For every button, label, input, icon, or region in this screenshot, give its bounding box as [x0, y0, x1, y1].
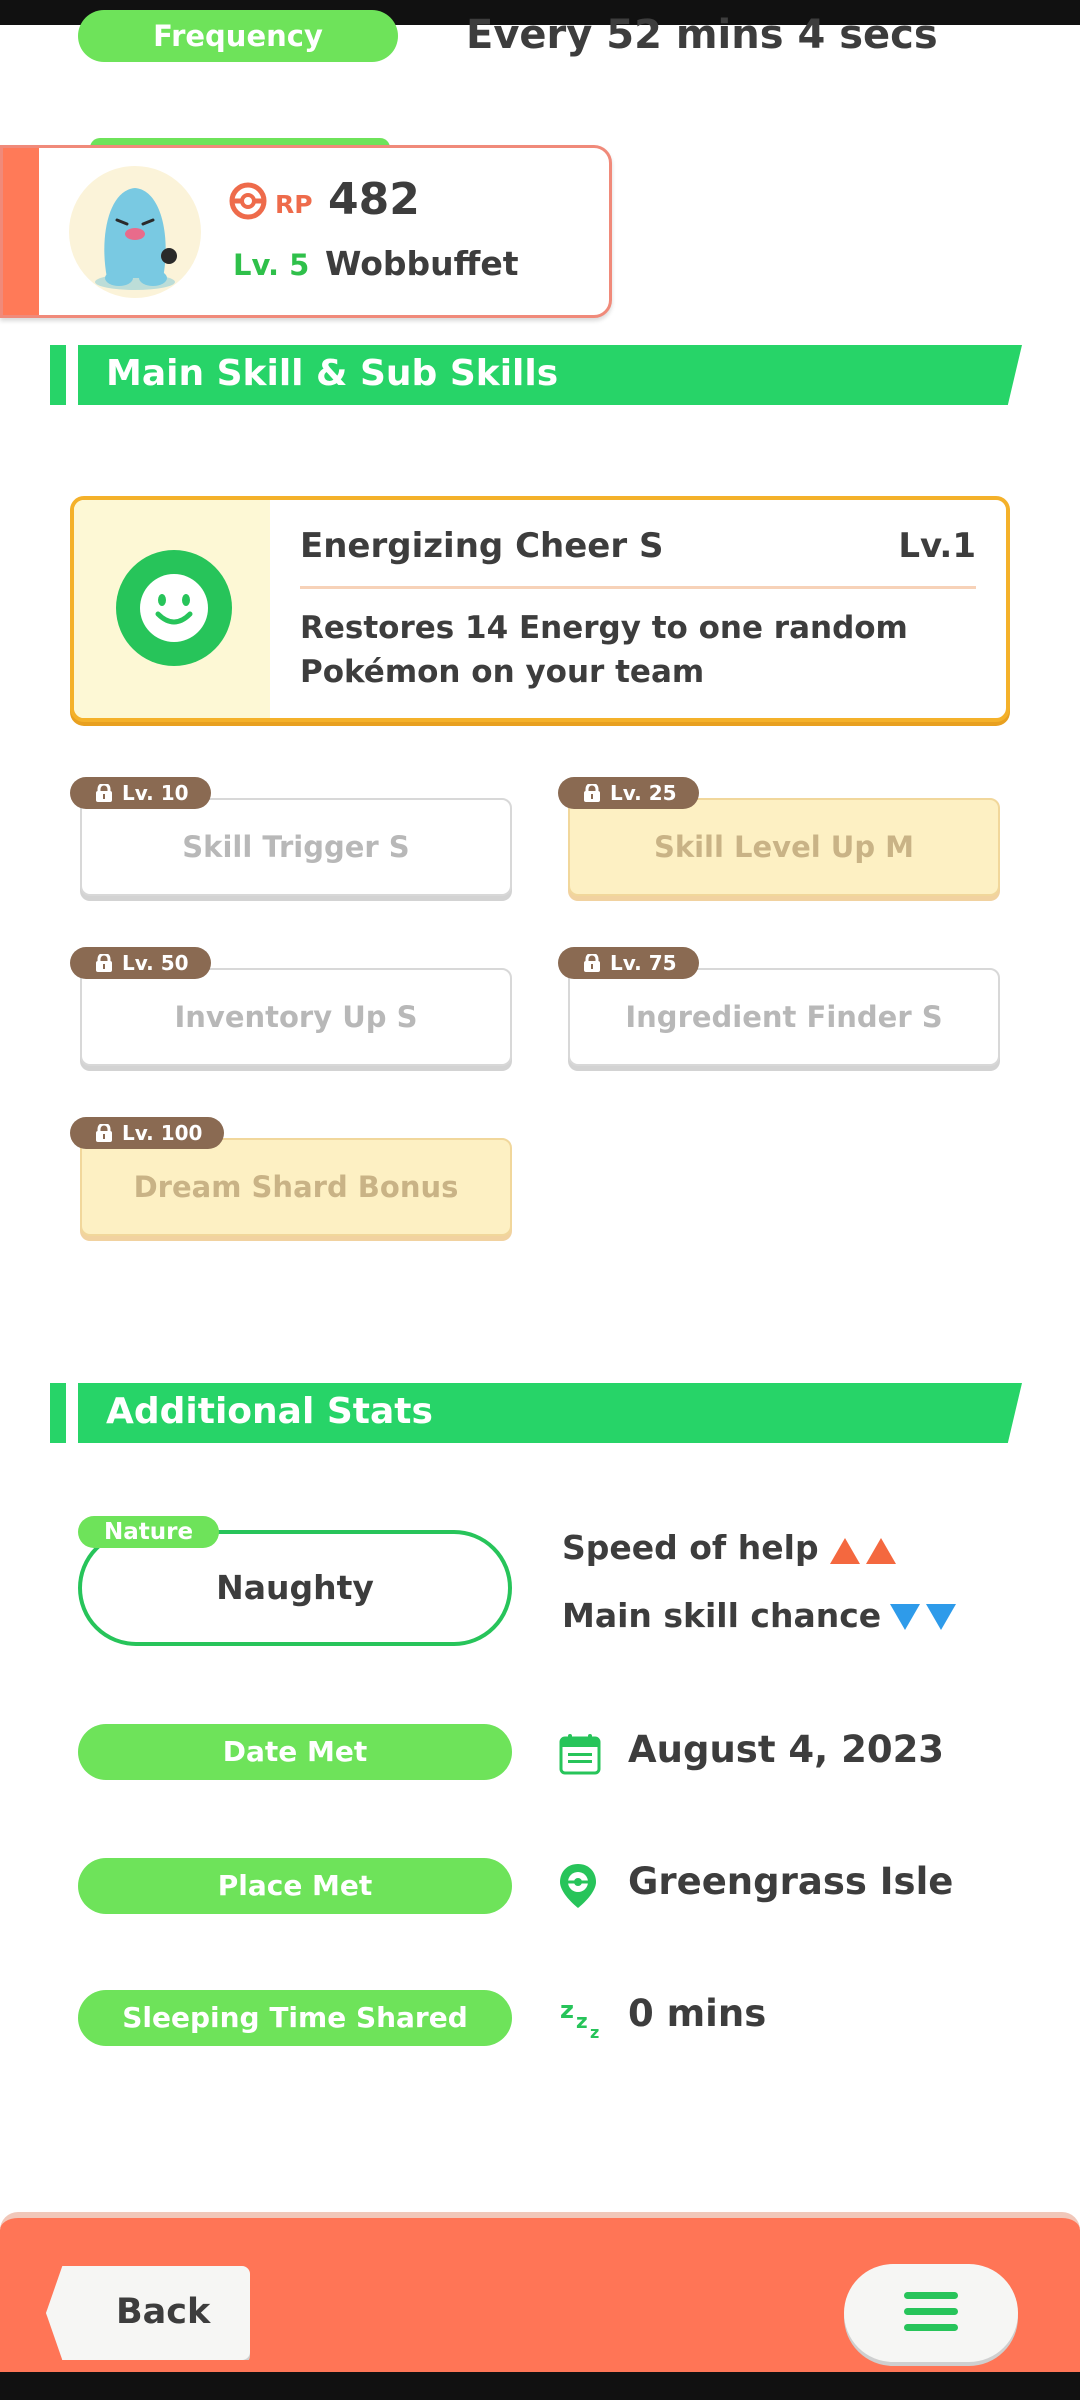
zzz-sleep-icon: z z z	[560, 1996, 599, 2040]
location-pin-icon	[560, 1864, 596, 1908]
sub-skill-label: Skill Trigger S	[182, 830, 410, 864]
main-skill-level: Lv.1	[898, 526, 976, 566]
smile-face-icon	[116, 550, 232, 666]
sub-skill-unlock-tag: Lv. 75	[558, 947, 699, 979]
sub-skill-3[interactable]: Inventory Up S	[80, 968, 512, 1066]
sub-skill-unlock-tag: Lv. 10	[70, 777, 211, 809]
svg-text:z: z	[576, 2009, 588, 2033]
sub-skill-1[interactable]: Skill Trigger S	[80, 798, 512, 896]
lock-icon	[584, 784, 600, 802]
calendar-icon	[559, 1734, 601, 1775]
main-skill-description: Restores 14 Energy to one random Pokémon…	[300, 610, 908, 690]
increase-arrows-icon	[830, 1538, 896, 1564]
system-nav-bar	[0, 2372, 1080, 2400]
svg-text:z: z	[560, 1996, 574, 2024]
section-title: Main Skill & Sub Skills	[106, 353, 559, 394]
pokemon-name: Wobbuffet	[325, 244, 519, 283]
rp-pokeball-icon	[229, 182, 267, 220]
section-title: Additional Stats	[106, 1391, 433, 1432]
nature-up-stat: Speed of help	[562, 1528, 819, 1567]
rp-label: RP	[275, 190, 313, 219]
pokemon-avatar	[69, 166, 201, 298]
card-accent	[3, 148, 39, 315]
decrease-arrows-icon	[890, 1604, 956, 1630]
sub-skill-unlock-tag: Lv. 25	[558, 777, 699, 809]
lock-icon	[96, 954, 112, 972]
section-header-skills: Main Skill & Sub Skills	[50, 345, 1022, 405]
svg-text:z: z	[590, 2023, 599, 2040]
pokemon-summary-card: RP 482 Lv. 5 Wobbuffet	[0, 145, 612, 318]
sub-skill-5[interactable]: Dream Shard Bonus	[80, 1138, 512, 1236]
sub-skill-label: Inventory Up S	[174, 1000, 418, 1034]
hamburger-menu-icon	[904, 2292, 958, 2331]
rp-value: 482	[328, 174, 420, 225]
frequency-value: Every 52 mins 4 secs	[466, 12, 938, 58]
nature-tag: Nature	[78, 1516, 220, 1548]
nature-down-stat: Main skill chance	[562, 1596, 882, 1635]
sleeping-time-value: 0 mins	[628, 1992, 767, 2035]
sub-skill-label: Skill Level Up M	[653, 830, 915, 864]
sub-skill-unlock-tag: Lv. 50	[70, 947, 211, 979]
section-header-stats: Additional Stats	[50, 1383, 1022, 1443]
sub-skill-2[interactable]: Skill Level Up M	[568, 798, 1000, 896]
lock-icon	[96, 1124, 112, 1142]
sub-skill-label: Dream Shard Bonus	[133, 1170, 459, 1204]
place-met-value: Greengrass Isle	[628, 1860, 954, 1903]
date-met-label: Date Met	[78, 1724, 512, 1780]
pokemon-level: Lv. 5	[233, 248, 310, 282]
menu-button[interactable]	[844, 2264, 1018, 2362]
sub-skill-label: Ingredient Finder S	[625, 1000, 943, 1034]
lock-icon	[96, 784, 112, 802]
back-button-label: Back	[116, 2292, 211, 2332]
place-met-label: Place Met	[78, 1858, 512, 1914]
frequency-label-pill: Frequency	[78, 10, 398, 62]
main-skill-name: Energizing Cheer S	[300, 526, 664, 566]
main-skill-card[interactable]: Energizing Cheer S Lv.1 Restores 14 Ener…	[70, 496, 1010, 722]
nature-value: Naughty	[216, 1568, 374, 1607]
wobbuffet-icon	[95, 188, 177, 290]
sleeping-time-label: Sleeping Time Shared	[78, 1990, 512, 2046]
back-button[interactable]: Back	[46, 2266, 250, 2360]
divider	[300, 586, 976, 589]
date-met-value: August 4, 2023	[628, 1728, 945, 1771]
lock-icon	[584, 954, 600, 972]
sub-skill-4[interactable]: Ingredient Finder S	[568, 968, 1000, 1066]
sub-skill-unlock-tag: Lv. 100	[70, 1117, 225, 1149]
